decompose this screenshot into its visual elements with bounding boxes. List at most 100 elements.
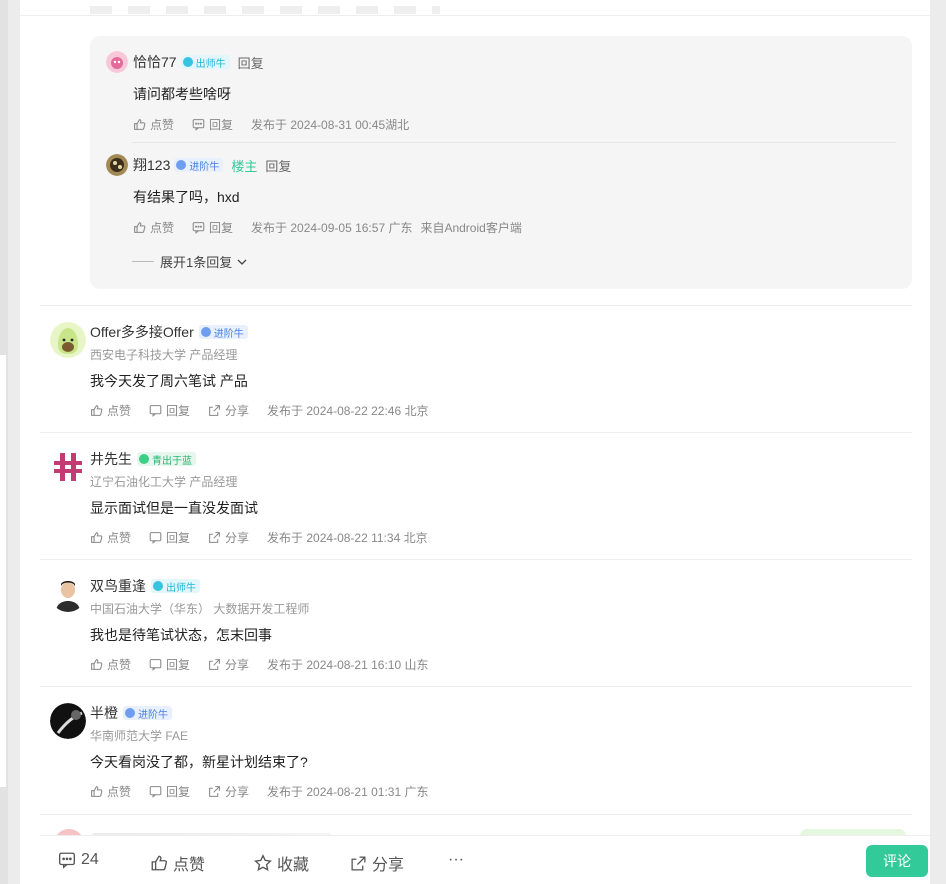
share-icon (209, 532, 220, 543)
reply-link[interactable]: 回复 (265, 156, 291, 175)
star-icon (254, 854, 272, 872)
share-button[interactable]: 分享 (208, 529, 249, 546)
share-label: 分享 (225, 531, 250, 545)
comment-count-button[interactable]: 24 (58, 851, 99, 869)
comment-actions: 点赞 回复 分享 发布于 2024-08-21 01:31 广东 (90, 783, 436, 800)
share-icon (209, 659, 220, 670)
user-avatar[interactable] (50, 576, 86, 612)
comment-actions: 点赞 回复 分享 发布于 2024-08-21 16:10 山东 (90, 656, 436, 673)
comment-icon (149, 405, 162, 417)
reply-button[interactable]: 回复 (149, 402, 190, 419)
like-post-button[interactable]: 点赞 (150, 851, 205, 875)
comment-text: 显示面试但是一直没发面试 (90, 500, 258, 516)
like-label: 点赞 (107, 785, 132, 799)
reply-button[interactable]: 回复 (149, 656, 190, 673)
reply-button[interactable]: 回复 (192, 116, 233, 133)
user-avatar[interactable] (50, 703, 86, 739)
reply-text: 有结果了吗，hxd (133, 189, 240, 205)
like-button[interactable]: 点赞 (90, 529, 131, 546)
share-button[interactable]: 分享 (208, 783, 249, 800)
comment-username[interactable]: 半橙 (90, 703, 118, 723)
reply-divider (132, 142, 896, 143)
comment-username[interactable]: 双鸟重逢 (90, 576, 146, 596)
comment-actions: 点赞 回复 分享 发布于 2024-08-22 22:46 北京 (90, 402, 436, 419)
level-badge: 进阶牛 (174, 158, 224, 173)
badge-label: 青出于蓝 (152, 455, 192, 467)
user-school: 华南师范大学 FAE (90, 729, 189, 743)
reply-username[interactable]: 恰恰77 (133, 52, 177, 72)
reply-username[interactable]: 翔123 (133, 155, 170, 175)
comment-item: 半橙 进阶牛 华南师范大学 FAE 今天看岗没了都，新星计划结束了? 点赞 回复… (40, 686, 912, 813)
reply-label: 回复 (166, 404, 191, 418)
user-school: 中国石油大学（华东） 大数据开发工程师 (90, 602, 310, 616)
post-time: 发布于 2024-08-21 01:31 广东 (267, 785, 429, 799)
post-source: 来自Android客户端 (420, 221, 522, 235)
share-icon (351, 855, 366, 871)
comment-actions: 点赞 回复 分享 发布于 2024-08-22 11:34 北京 (90, 529, 436, 546)
reply-actions: 点赞 回复 发布于 2024-08-31 00:45湖北 (133, 116, 896, 133)
left-gutter-segment (0, 355, 6, 787)
badge-label: 出师牛 (166, 582, 196, 594)
reply-item: 翔123 进阶牛 楼主 回复 有结果了吗，hxd 点赞 回复 发布于 2024-… (106, 153, 896, 236)
reply-label: 回复 (209, 118, 234, 132)
comment-item: Offer多多接Offer 进阶牛 西安电子科技大学 产品经理 我今天发了周六笔… (40, 305, 912, 432)
like-button[interactable]: 点赞 (133, 219, 174, 236)
badge-icon (153, 581, 163, 591)
user-avatar[interactable] (50, 322, 86, 358)
like-label: 点赞 (107, 658, 132, 672)
reply-link[interactable]: 回复 (238, 53, 264, 72)
reply-button[interactable]: 回复 (149, 529, 190, 546)
reply-actions: 点赞 回复 发布于 2024-09-05 16:57 广东 来自Android客… (133, 219, 896, 236)
share-label: 分享 (225, 404, 250, 418)
level-badge: 进阶牛 (198, 325, 248, 340)
badge-label: 进阶牛 (213, 328, 244, 340)
badge-label: 出师牛 (195, 58, 226, 70)
expand-line (132, 261, 154, 262)
more-icon: ··· (448, 851, 464, 868)
reply-button[interactable]: 回复 (192, 219, 233, 236)
badge-icon (200, 327, 211, 337)
reply-button[interactable]: 回复 (149, 783, 190, 800)
comment-item: 井先生 青出于蓝 辽宁石油化工大学 产品经理 显示面试但是一直没发面试 点赞 回… (40, 432, 912, 559)
comment-username[interactable]: 井先生 (90, 449, 132, 469)
user-avatar[interactable] (106, 51, 128, 73)
comment-username[interactable]: Offer多多接Offer (90, 322, 194, 342)
share-button[interactable]: 分享 (208, 656, 249, 673)
comment-text: 今天看岗没了都，新星计划结束了? (90, 754, 308, 770)
badge-label: 进阶牛 (138, 709, 168, 721)
more-button[interactable]: ··· (448, 851, 464, 869)
level-badge: 进阶牛 (123, 706, 172, 721)
thumbs-up-icon (134, 222, 146, 233)
reply-label: 回复 (166, 658, 191, 672)
comment-text: 我也是待笔试状态，怎末回事 (90, 627, 272, 643)
user-avatar[interactable] (50, 449, 86, 485)
comment-icon (192, 222, 205, 234)
reply-thread: 恰恰77 出师牛 回复 请问都考些啥呀 点赞 回复 发布于 2024-08-31… (90, 36, 912, 289)
share-button[interactable]: 分享 (208, 402, 249, 419)
user-school: 西安电子科技大学 产品经理 (90, 348, 238, 362)
post-time: 发布于 2024-09-05 16:57 广东 (251, 221, 413, 235)
user-avatar[interactable] (106, 154, 128, 176)
comment-icon (149, 532, 162, 544)
share-post-button[interactable]: 分享 (350, 851, 404, 875)
like-button[interactable]: 点赞 (133, 116, 174, 133)
like-label: 点赞 (173, 857, 206, 874)
like-button[interactable]: 点赞 (90, 402, 131, 419)
share-label: 分享 (372, 857, 405, 874)
expand-replies-button[interactable]: 展开1条回复 (132, 252, 248, 271)
comment-icon (59, 852, 75, 869)
reply-label: 回复 (209, 221, 234, 235)
like-button[interactable]: 点赞 (90, 656, 131, 673)
bottom-action-bar: 24 点赞 收藏 分享 ··· 评论 (40, 835, 930, 884)
like-button[interactable]: 点赞 (90, 783, 131, 800)
comment-icon (192, 119, 205, 131)
thumbs-up-icon (134, 119, 146, 130)
badge-icon (176, 160, 187, 170)
expand-label: 展开1条回复 (160, 255, 233, 270)
thumbs-up-icon (91, 532, 103, 543)
favorite-button[interactable]: 收藏 (254, 851, 309, 875)
comment-item: 双鸟重逢 出师牛 中国石油大学（华东） 大数据开发工程师 我也是待笔试状态，怎末… (40, 559, 912, 686)
like-label: 点赞 (107, 531, 132, 545)
thumbs-up-icon (91, 659, 103, 670)
comment-button[interactable]: 评论 (866, 845, 928, 877)
